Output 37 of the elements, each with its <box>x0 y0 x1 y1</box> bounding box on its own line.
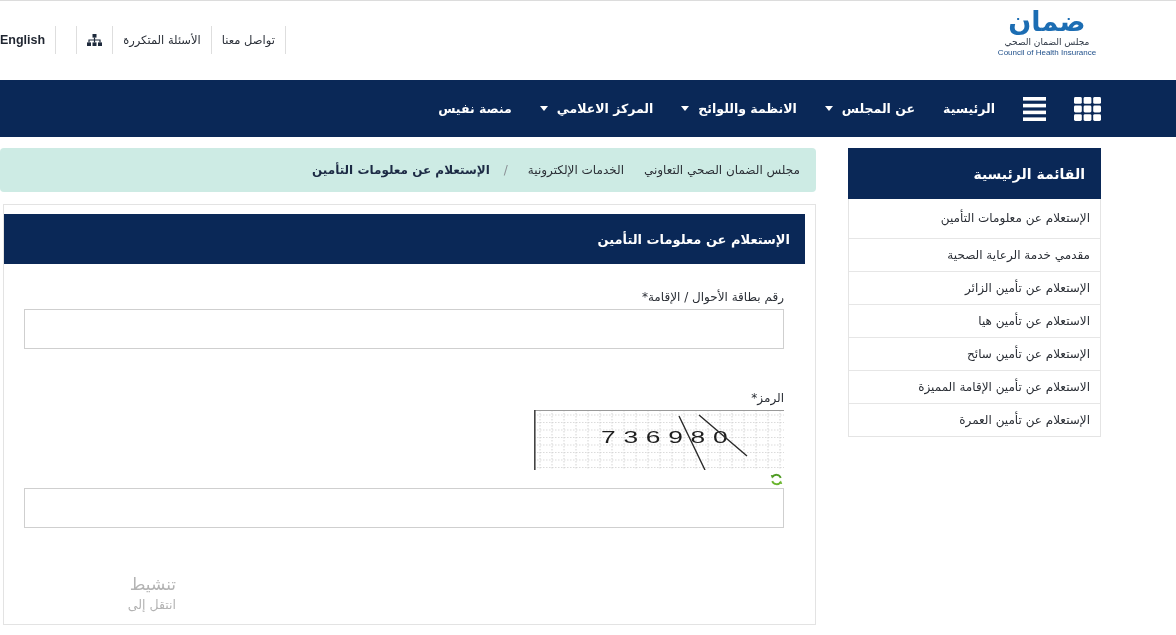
sidebar-item[interactable]: الإستعلام عن تأمين العمرة <box>849 403 1100 436</box>
header-link[interactable]: الأسئلة المتكررة <box>113 26 212 54</box>
sidebar-item[interactable]: الإستعلام عن معلومات التأمين <box>849 199 1100 238</box>
logo-wordmark[interactable]: ضمان <box>1008 7 1086 37</box>
sidebar-item[interactable]: مقدمي خدمة الرعاية الصحية <box>849 238 1100 271</box>
menu-icon[interactable] <box>1023 96 1046 121</box>
sitemap-icon[interactable] <box>87 34 103 46</box>
nav-link[interactable]: الانظمة واللوائح <box>681 101 797 116</box>
sidebar-item[interactable]: الاستعلام عن تأمين هيا <box>849 304 1100 337</box>
activation-title: تنشيط <box>129 573 176 596</box>
logo-subtitle: مجلس الضمان الصحي <box>1004 37 1090 48</box>
breadcrumb-link[interactable]: مجلس الضمان الصحي التعاوني <box>643 163 800 177</box>
apps-grid-icon[interactable] <box>1074 96 1101 121</box>
caret-icon <box>824 106 833 111</box>
nav-link[interactable]: منصة نفيس <box>438 101 512 116</box>
language-link[interactable]: English <box>0 26 57 54</box>
caret-icon <box>681 106 690 111</box>
sidebar-title: القائمة الرئيسية <box>973 165 1085 182</box>
field-label: رقم بطاقة الأحوال / الإقامة* <box>641 289 784 305</box>
panel-title: الإستعلام عن معلومات التأمين <box>597 231 790 247</box>
activation-hint: انتقل إلى <box>127 596 176 614</box>
breadcrumb-link[interactable]: الخدمات الإلكترونية <box>527 163 624 177</box>
field-label: الرمز* <box>751 390 784 406</box>
input-field[interactable] <box>24 309 784 349</box>
caret-icon <box>539 106 548 111</box>
nav-link[interactable]: المركز الاعلامي <box>539 101 654 116</box>
captcha-input-field[interactable] <box>24 488 784 528</box>
logo-subtitle: Council of Health Insurance <box>997 48 1097 58</box>
refresh-icon[interactable] <box>770 473 783 486</box>
sidebar-item[interactable]: الاستعلام عن تأمين الإقامة المميزة <box>849 370 1100 403</box>
nav-link[interactable]: الرئيسية <box>943 101 995 116</box>
sidebar-item[interactable]: الإستعلام عن تأمين سائح <box>849 337 1100 370</box>
breadcrumb-separator: / <box>503 163 508 177</box>
nav-link[interactable]: عن المجلس <box>824 101 916 116</box>
breadcrumb-current: الإستعلام عن معلومات التأمين <box>312 163 490 177</box>
sidebar-item[interactable]: الإستعلام عن تأمين الزائر <box>849 271 1100 304</box>
header-link[interactable]: تواصل معنا <box>211 26 286 54</box>
